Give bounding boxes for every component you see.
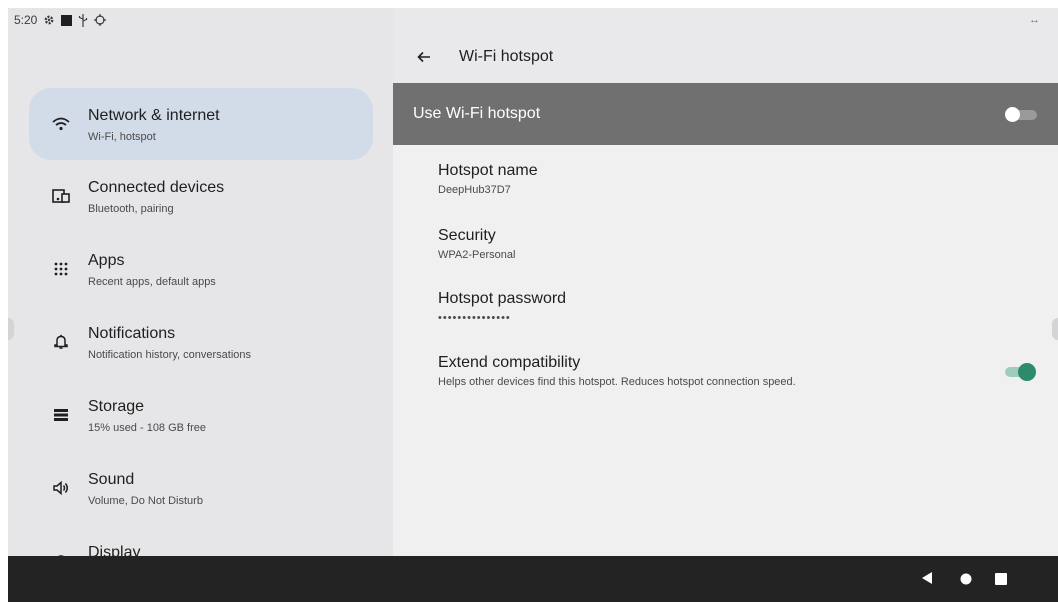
sidebar-item-subtitle: Notification history, conversations (88, 349, 252, 361)
screen: 5:20 Network & internet Wi-Fi, hotspot C… (8, 8, 1058, 602)
use-hotspot-row[interactable]: Use Wi-Fi hotspot (393, 83, 1058, 145)
use-hotspot-label: Use Wi-Fi hotspot (413, 105, 541, 122)
sidebar-item-title: Connected devices (88, 179, 225, 196)
detail-header (393, 8, 1058, 83)
sidebar-item-subtitle: 15% used - 108 GB free (88, 422, 207, 434)
toggle-thumb (1005, 107, 1020, 122)
settings-sidebar: 5:20 Network & internet Wi-Fi, hotspot C… (8, 8, 393, 567)
setting-title: Security (438, 227, 496, 244)
toggle-thumb (1018, 363, 1036, 381)
hotspot-password-row[interactable]: Hotspot password ••••••••••••••• (438, 290, 566, 324)
detail-pane: ↔ Wi-Fi hotspot Use Wi-Fi hotspot Hotspo… (393, 8, 1058, 556)
sidebar-item-title: Apps (88, 252, 125, 269)
sidebar-item-subtitle: Bluetooth, pairing (88, 203, 174, 215)
expand-icon[interactable]: ↔ (1029, 14, 1040, 26)
home-circle-icon[interactable] (960, 572, 972, 590)
sidebar-item-network[interactable]: Network & internet Wi-Fi, hotspot (29, 88, 373, 160)
sidebar-item-apps[interactable]: Apps Recent apps, default apps (29, 233, 373, 305)
setting-value: DeepHub37D7 (438, 184, 511, 196)
sidebar-item-subtitle: Volume, Do Not Disturb (88, 495, 203, 507)
speaker-icon (49, 476, 73, 500)
bell-icon (49, 330, 73, 354)
usb-icon (78, 13, 88, 27)
sidebar-item-subtitle: Recent apps, default apps (88, 276, 216, 288)
apps-grid-icon (49, 257, 73, 281)
page-title: Wi-Fi hotspot (459, 48, 554, 65)
sidebar-item-sound[interactable]: Sound Volume, Do Not Disturb (29, 452, 373, 524)
setting-title: Hotspot name (438, 162, 538, 179)
sidebar-item-connected-devices[interactable]: Connected devices Bluetooth, pairing (29, 160, 373, 232)
location-target-icon (94, 14, 107, 26)
setting-value: ••••••••••••••• (438, 312, 511, 324)
setting-title: Hotspot password (438, 290, 567, 307)
setting-title: Extend compatibility (438, 354, 581, 371)
right-edge-handle[interactable] (1052, 318, 1058, 340)
sidebar-item-storage[interactable]: Storage 15% used - 108 GB free (29, 379, 373, 451)
settings-gear-icon (43, 14, 55, 26)
setting-description: Helps other devices find this hotspot. R… (438, 376, 796, 388)
sidebar-item-title: Network & internet (88, 107, 220, 124)
storage-icon (49, 403, 73, 427)
system-nav-bar (8, 556, 1058, 602)
status-time: 5:20 (14, 13, 38, 27)
extend-compatibility-toggle[interactable] (1005, 363, 1036, 381)
sidebar-item-title: Notifications (88, 325, 176, 342)
setting-value: WPA2-Personal (438, 249, 516, 261)
hotspot-name-row[interactable]: Hotspot name DeepHub37D7 (438, 162, 538, 196)
back-triangle-icon[interactable] (921, 571, 933, 590)
security-row[interactable]: Security WPA2-Personal (438, 227, 515, 261)
status-bar: 5:20 (14, 12, 107, 28)
sidebar-item-notifications[interactable]: Notifications Notification history, conv… (29, 306, 373, 378)
extend-compatibility-row[interactable]: Extend compatibility Helps other devices… (438, 354, 796, 388)
sidebar-item-title: Sound (88, 471, 135, 488)
sidebar-item-title: Storage (88, 398, 145, 415)
devices-icon (49, 184, 73, 208)
left-edge-handle[interactable] (8, 318, 14, 340)
wifi-icon (49, 112, 73, 136)
back-arrow-icon[interactable] (413, 46, 435, 68)
black-square-icon (61, 14, 73, 26)
use-hotspot-toggle[interactable] (1005, 107, 1037, 122)
sidebar-item-subtitle: Wi-Fi, hotspot (88, 131, 156, 143)
recents-square-icon[interactable] (995, 572, 1007, 590)
